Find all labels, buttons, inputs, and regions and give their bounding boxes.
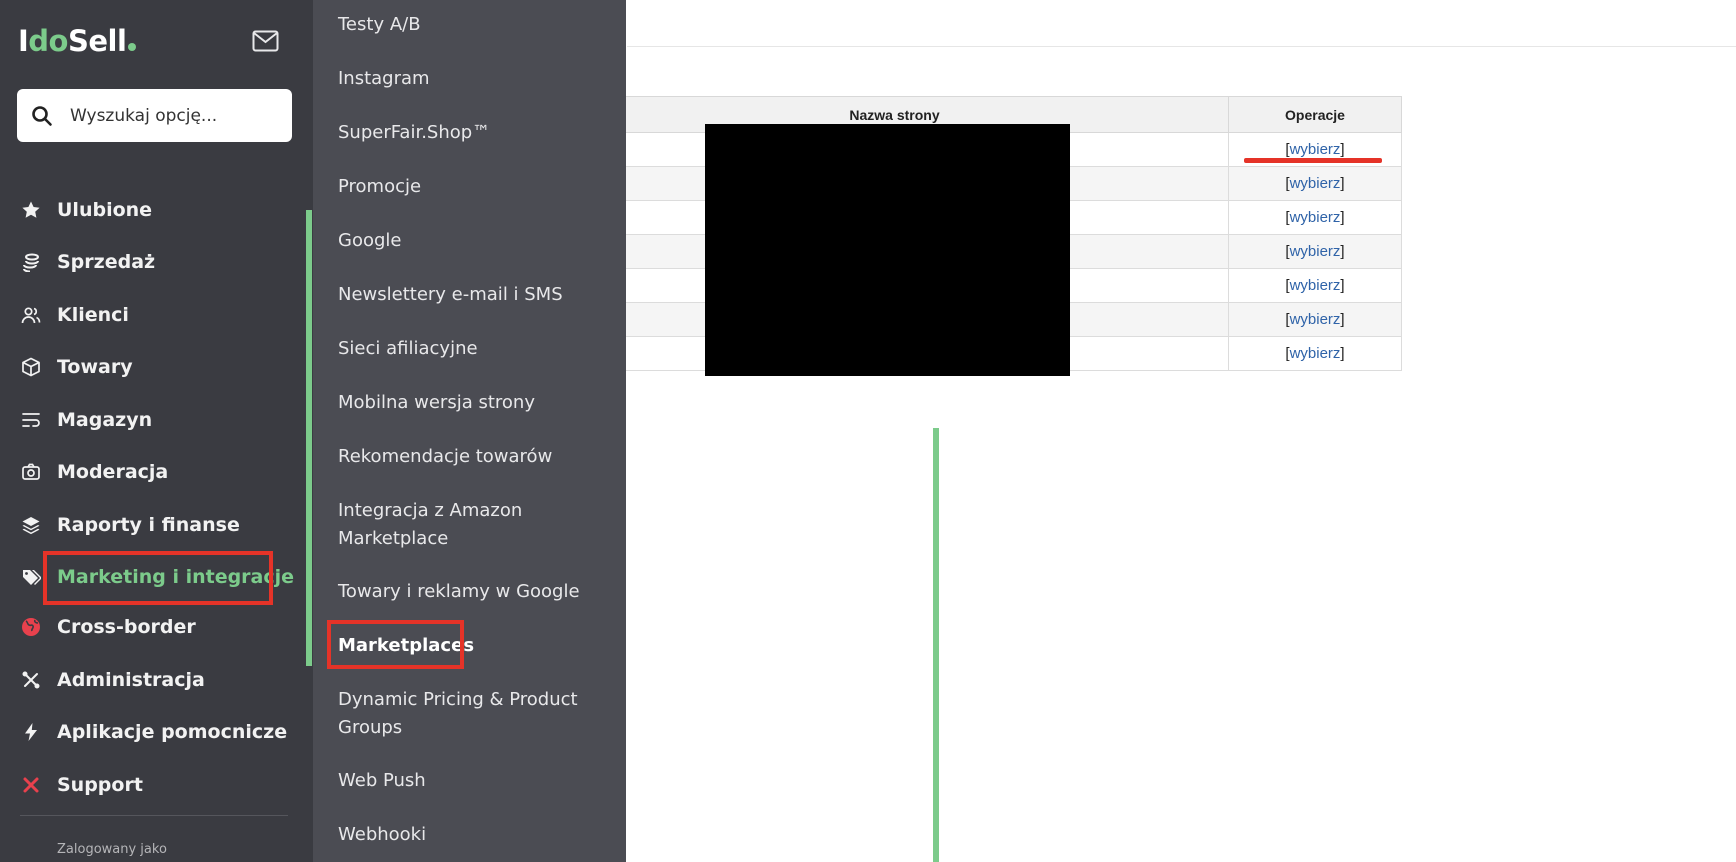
- star-icon: [20, 199, 42, 221]
- sidebar-item-label: Administracja: [57, 669, 205, 691]
- sidebar-item-label: Moderacja: [57, 461, 169, 483]
- bracket-close: ]: [1340, 243, 1345, 260]
- operations-cell: [wybierz]: [1228, 302, 1402, 337]
- submenu-item-google-ads[interactable]: Towary i reklamy w Google: [338, 578, 608, 606]
- annotation-underline: [1244, 158, 1382, 163]
- annotation-box-marketing: [43, 551, 273, 605]
- sidebar-item-moderacja[interactable]: Moderacja: [20, 452, 168, 492]
- submenu-item-instagram[interactable]: Instagram: [338, 65, 608, 93]
- sidebar-item-administracja[interactable]: Administracja: [20, 660, 205, 700]
- sidebar-item-aplikacje[interactable]: Aplikacje pomocnicze: [20, 712, 287, 752]
- main-sidebar: IdoSell Ulubione Sprzedaż Klienci Towary: [0, 0, 313, 862]
- submenu-item-google[interactable]: Google: [338, 227, 608, 255]
- bracket-close: ]: [1340, 141, 1345, 158]
- box-icon: [20, 356, 42, 378]
- annotation-box-marketplaces: [327, 620, 464, 669]
- submenu-item-promocje[interactable]: Promocje: [338, 173, 608, 201]
- select-link[interactable]: wybierz: [1290, 141, 1341, 158]
- users-icon: [20, 304, 42, 326]
- sidebar-item-label: Support: [57, 774, 143, 796]
- operations-cell: [wybierz]: [1228, 268, 1402, 303]
- sidebar-item-magazyn[interactable]: Magazyn: [20, 400, 152, 440]
- submenu-item-web-push[interactable]: Web Push: [338, 767, 608, 795]
- sidebar-item-klienci[interactable]: Klienci: [20, 295, 129, 335]
- sidebar-item-ulubione[interactable]: Ulubione: [20, 190, 152, 230]
- redaction-block: [705, 124, 1070, 376]
- submenu-item-dynamic-pricing[interactable]: Dynamic Pricing & Product Groups: [338, 686, 608, 742]
- bracket-close: ]: [1340, 175, 1345, 192]
- globe-icon: [20, 616, 42, 638]
- support-icon: [20, 774, 42, 796]
- select-link[interactable]: wybierz: [1290, 345, 1341, 362]
- select-link[interactable]: wybierz: [1290, 311, 1341, 328]
- sidebar-item-label: Aplikacje pomocnicze: [57, 721, 288, 743]
- tools-icon: [20, 669, 42, 691]
- sidebar-item-cross-border[interactable]: Cross-border: [20, 607, 196, 647]
- logo-dot: [128, 43, 137, 51]
- logged-in-label: Zalogowany jako: [57, 842, 167, 857]
- submenu-item-rekomendacje[interactable]: Rekomendacje towarów: [338, 443, 608, 471]
- marketing-submenu: Testy A/B Instagram SuperFair.Shop™ Prom…: [313, 0, 939, 862]
- operations-cell: [wybierz]: [1228, 234, 1402, 269]
- logo-highlight: do: [28, 24, 68, 58]
- bracket-close: ]: [1340, 209, 1345, 226]
- sidebar-item-label: Raporty i finanse: [57, 514, 240, 536]
- bolt-icon: [20, 721, 42, 743]
- layers-icon: [20, 514, 42, 536]
- logo-prefix: I: [18, 24, 29, 58]
- idosell-logo[interactable]: IdoSell: [18, 24, 137, 58]
- top-divider: [627, 46, 1736, 47]
- submenu-item-sieci-afiliacyjne[interactable]: Sieci afiliacyjne: [338, 335, 608, 363]
- submenu-item-webhooki[interactable]: Webhooki: [338, 821, 608, 849]
- sidebar-item-label: Sprzedaż: [57, 251, 156, 273]
- sidebar-scrollbar[interactable]: [306, 210, 312, 666]
- sidebar-item-towary[interactable]: Towary: [20, 347, 133, 387]
- sidebar-item-label: Magazyn: [57, 409, 153, 431]
- bracket-close: ]: [1340, 345, 1345, 362]
- coins-icon: [20, 251, 42, 273]
- submenu-scrollbar[interactable]: [933, 428, 939, 862]
- select-link[interactable]: wybierz: [1290, 277, 1341, 294]
- bracket-close: ]: [1340, 277, 1345, 294]
- select-link[interactable]: wybierz: [1290, 175, 1341, 192]
- mail-icon[interactable]: [252, 30, 279, 52]
- sidebar-item-raporty[interactable]: Raporty i finanse: [20, 505, 240, 545]
- operations-cell: [wybierz]: [1228, 336, 1402, 371]
- camera-icon: [20, 461, 42, 483]
- sidebar-divider: [20, 815, 288, 816]
- sidebar-item-label: Ulubione: [57, 199, 153, 221]
- header-operations: Operacje: [1228, 96, 1402, 133]
- search-box[interactable]: [17, 89, 292, 142]
- sidebar-item-support[interactable]: Support: [20, 765, 143, 805]
- operations-cell: [wybierz]: [1228, 200, 1402, 235]
- logo-suffix: Sell: [67, 24, 127, 58]
- search-icon: [32, 105, 52, 126]
- sidebar-item-label: Towary: [57, 356, 133, 378]
- submenu-item-superfair[interactable]: SuperFair.Shop™: [338, 119, 608, 147]
- tags-icon: [20, 566, 42, 588]
- submenu-item-newslettery[interactable]: Newslettery e-mail i SMS: [338, 281, 608, 309]
- warehouse-icon: [20, 409, 42, 431]
- sidebar-item-sprzedaz[interactable]: Sprzedaż: [20, 242, 155, 282]
- submenu-item-testy-ab[interactable]: Testy A/B: [338, 11, 608, 39]
- submenu-item-mobilna-wersja[interactable]: Mobilna wersja strony: [338, 389, 608, 417]
- submenu-item-amazon[interactable]: Integracja z Amazon Marketplace: [338, 497, 608, 553]
- bracket-close: ]: [1340, 311, 1345, 328]
- select-link[interactable]: wybierz: [1290, 209, 1341, 226]
- sidebar-item-label: Klienci: [57, 304, 129, 326]
- select-link[interactable]: wybierz: [1290, 243, 1341, 260]
- sidebar-item-label: Cross-border: [57, 616, 196, 638]
- operations-cell: [wybierz]: [1228, 166, 1402, 201]
- search-input[interactable]: [68, 104, 272, 127]
